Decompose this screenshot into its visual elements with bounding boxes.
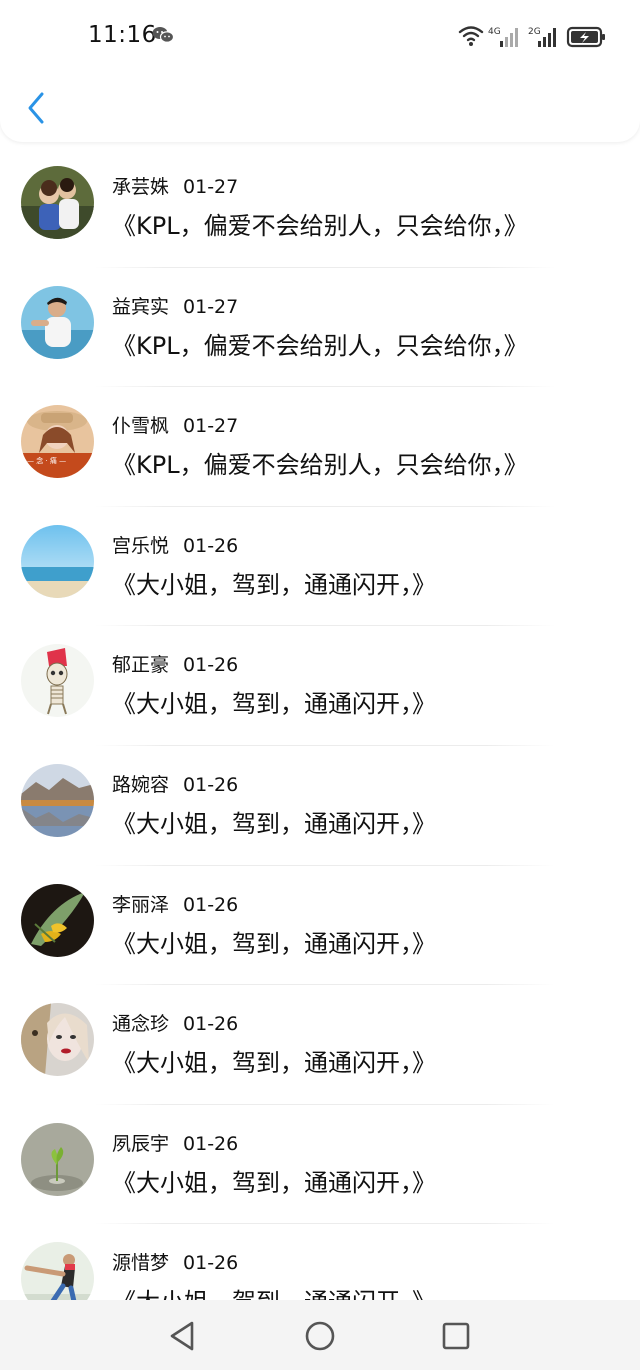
sender-name: 李丽泽 [112, 893, 170, 916]
list-item[interactable]: 宫乐悦 01-26 《大小姐，驾到，通通闪开，》 [0, 507, 640, 627]
message-date: 01-27 [183, 415, 239, 438]
message-text: 《大小姐，驾到，通通闪开，》 [112, 690, 436, 719]
sender-line: 源惜梦 01-26 [112, 1248, 238, 1275]
svg-text:4G: 4G [488, 27, 501, 37]
avatar [21, 883, 94, 957]
message-text: 《大小姐，驾到，通通闪开，》 [112, 809, 436, 838]
list-item[interactable]: 路婉容 01-26 《大小姐，驾到，通通闪开，》 [0, 746, 640, 866]
sender-name: 夙辰宇 [112, 1132, 170, 1155]
avatar [21, 524, 94, 598]
system-status-icons: 4G 2G [458, 22, 608, 52]
svg-text:— 念 · 痛 —: — 念 · 痛 — [27, 456, 66, 465]
message-text: 《大小姐，驾到，通通闪开，》 [112, 570, 436, 599]
svg-text:2G: 2G [528, 27, 541, 37]
avatar: — 念 · 痛 — [21, 405, 94, 479]
message-text: 《大小姐，驾到，通通闪开，》 [112, 1282, 436, 1300]
message-text: 《大小姐，驾到，通通闪开，》 [112, 1168, 436, 1197]
wechat-icon [152, 26, 175, 48]
sender-name: 郁正豪 [112, 654, 170, 677]
sender-line: 夙辰宇 01-26 [112, 1129, 238, 1156]
list-item[interactable]: 郁正豪 01-26 《大小姐，驾到，通通闪开，》 [0, 626, 640, 746]
nav-back-button[interactable] [163, 1316, 203, 1356]
message-date: 01-26 [183, 1013, 239, 1036]
avatar [21, 644, 94, 718]
message-date: 01-26 [183, 654, 239, 677]
sender-name: 承芸姝 [112, 176, 170, 198]
list-item[interactable]: 承芸姝 01-27 《KPL，偏爱不会给别人，只会给你，》 [0, 148, 640, 268]
list-item[interactable]: — 念 · 痛 — 仆雪枫 01-27 《KPL，偏爱不会给别人，只会给你，》 [0, 387, 640, 507]
sender-name: 源惜梦 [112, 1252, 170, 1275]
sender-line: 通念珍 01-26 [112, 1009, 238, 1036]
header: 11:16 4G 2G [0, 0, 640, 142]
circle-home-icon [305, 1321, 335, 1351]
chevron-left-icon [28, 92, 44, 124]
sender-line: 仆雪枫 01-27 [112, 411, 238, 438]
avatar [21, 1003, 94, 1077]
message-text: 《KPL，偏爱不会给别人，只会给你，》 [112, 451, 528, 480]
message-text: 《大小姐，驾到，通通闪开，》 [112, 929, 436, 958]
avatar [21, 1122, 94, 1196]
message-text: 《KPL，偏爱不会给别人，只会给你，》 [112, 331, 528, 360]
status-time: 11:16 [88, 22, 157, 48]
avatar [21, 763, 94, 837]
nav-recents-button[interactable] [436, 1316, 476, 1356]
sender-name: 路婉容 [112, 773, 170, 796]
list-item[interactable]: 李丽泽 01-26 《大小姐，驾到，通通闪开，》 [0, 866, 640, 986]
message-date: 01-26 [183, 773, 239, 796]
message-date: 01-27 [183, 295, 239, 318]
sender-name: 益宾实 [112, 295, 170, 318]
list-item[interactable]: 益宾实 01-27 《KPL，偏爱不会给别人，只会给你，》 [0, 268, 640, 388]
sender-line: 承芸姝 01-27 [112, 172, 238, 199]
avatar [21, 1242, 94, 1300]
sender-line: 李丽泽 01-26 [112, 890, 238, 917]
message-date: 01-26 [183, 534, 239, 557]
sender-line: 益宾实 01-27 [112, 292, 238, 319]
avatar [21, 285, 94, 359]
message-date: 01-26 [183, 1252, 239, 1275]
sender-name: 宫乐悦 [112, 534, 170, 557]
system-nav-bar [0, 1300, 640, 1370]
message-date: 01-27 [183, 176, 239, 198]
sender-line: 郁正豪 01-26 [112, 650, 238, 677]
status-bar: 11:16 4G 2G [0, 0, 640, 76]
sender-line: 路婉容 01-26 [112, 770, 238, 797]
message-date: 01-26 [183, 893, 239, 916]
nav-home-button[interactable] [300, 1316, 340, 1356]
sender-line: 宫乐悦 01-26 [112, 531, 238, 558]
message-text: 《KPL，偏爱不会给别人，只会给你，》 [112, 212, 528, 240]
list-item[interactable]: 通念珍 01-26 《大小姐，驾到，通通闪开，》 [0, 985, 640, 1105]
wifi-icon [458, 26, 484, 42]
sender-name: 仆雪枫 [112, 415, 170, 438]
triangle-back-icon [170, 1321, 194, 1351]
message-text: 《大小姐，驾到，通通闪开，》 [112, 1049, 436, 1078]
list-item[interactable]: 夙辰宇 01-26 《大小姐，驾到，通通闪开，》 [0, 1105, 640, 1225]
square-recents-icon [442, 1322, 470, 1350]
sender-name: 通念珍 [112, 1013, 170, 1036]
back-button[interactable] [20, 88, 52, 128]
message-date: 01-26 [183, 1132, 239, 1155]
list-item[interactable]: 源惜梦 01-26 《大小姐，驾到，通通闪开，》 [0, 1224, 640, 1300]
avatar [21, 166, 94, 239]
message-list[interactable]: 承芸姝 01-27 《KPL，偏爱不会给别人，只会给你，》 益宾实 01-27 《K… [0, 148, 640, 1300]
